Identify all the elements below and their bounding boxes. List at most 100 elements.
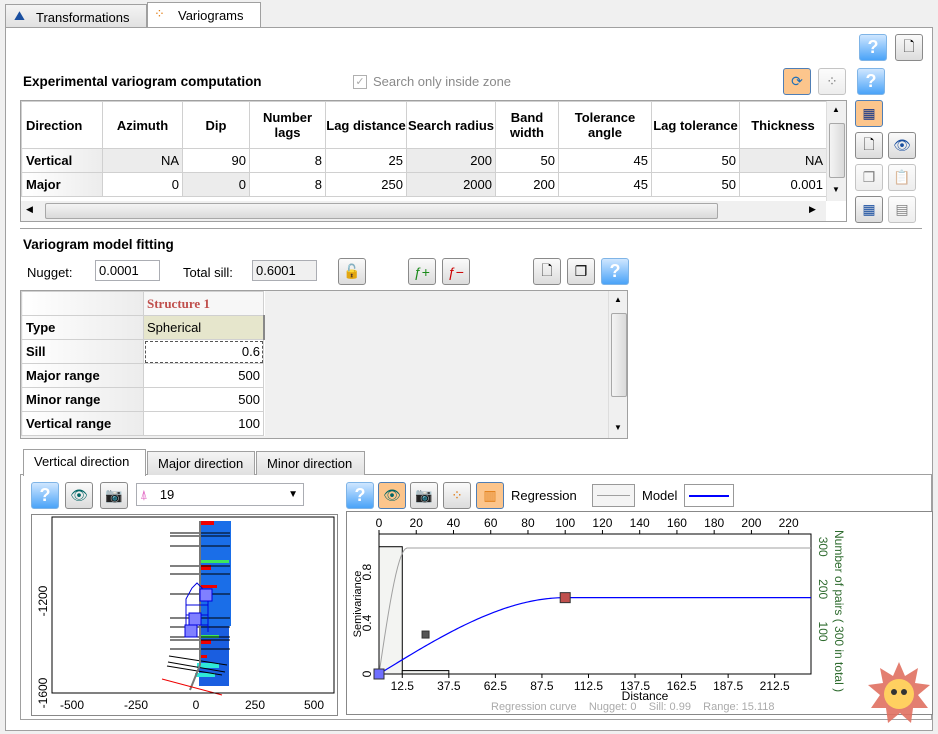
help-button[interactable]: ? bbox=[859, 34, 887, 61]
nugget-input[interactable]: 0.0001 bbox=[95, 260, 160, 281]
plot-frame bbox=[378, 533, 812, 675]
unlock-button[interactable]: 🔓 bbox=[338, 258, 366, 285]
top-tick-label: 180 bbox=[704, 516, 724, 530]
scatter-toggle-button[interactable]: ⁘ bbox=[443, 482, 471, 509]
divider bbox=[20, 228, 922, 229]
legend-model-label: Model bbox=[642, 488, 678, 503]
well-snapshot-button[interactable]: 📷 bbox=[100, 482, 128, 509]
pairs-histogram-bar bbox=[401, 670, 450, 675]
table-header: Direction Azimuth Dip Number lags Lag di… bbox=[21, 101, 827, 149]
tab-minor-direction[interactable]: Minor direction bbox=[256, 451, 365, 475]
experimental-help-button[interactable]: ? bbox=[857, 68, 885, 95]
bottom-tick-label: 187.5 bbox=[713, 679, 743, 693]
structure-row[interactable]: Major range 500 bbox=[21, 363, 264, 388]
chart-snapshot-button[interactable]: 📷 bbox=[410, 482, 438, 509]
new-model-button[interactable]: 🗋 bbox=[533, 258, 561, 285]
structure-row[interactable]: Sill 0.6 bbox=[21, 339, 264, 364]
variogram-cloud-button[interactable]: ⁘ bbox=[818, 68, 846, 95]
nugget-label: Nugget: bbox=[27, 265, 73, 280]
tab-vertical-direction[interactable]: Vertical direction bbox=[23, 449, 146, 476]
histogram-toggle-button[interactable]: ▥ bbox=[476, 482, 504, 509]
tab-variograms[interactable]: ⁘ Variograms bbox=[147, 2, 261, 28]
col-band-width: Band width bbox=[495, 101, 559, 149]
model-curve bbox=[378, 597, 811, 675]
experimental-point bbox=[559, 592, 571, 604]
y2-tick-label: 100 bbox=[816, 622, 830, 642]
table-row[interactable]: Major 0 0 8 250 2000 200 45 50 0.001 bbox=[21, 172, 827, 197]
well-view-button[interactable]: 👁 bbox=[65, 482, 93, 509]
x-tick-label: 0 bbox=[193, 698, 200, 712]
major-range-input[interactable]: 500 bbox=[143, 363, 264, 388]
scroll-thumb[interactable] bbox=[829, 123, 845, 178]
well-select[interactable]: ⍋ 19 ▼ bbox=[136, 483, 304, 506]
structure-grid: Structure 1 Type Spherical Sill 0.6 Major … bbox=[20, 290, 628, 439]
paste-button[interactable]: 📋 bbox=[888, 164, 916, 191]
grid-3d-button[interactable]: ▦ bbox=[855, 100, 883, 127]
structure-row[interactable]: Type Spherical bbox=[21, 315, 265, 340]
view-check-button[interactable]: 👁 bbox=[888, 132, 916, 159]
scroll-thumb[interactable] bbox=[45, 203, 718, 219]
copy-model-button[interactable]: ❐ bbox=[567, 258, 595, 285]
minor-range-input[interactable]: 500 bbox=[143, 387, 264, 412]
model-help-button[interactable]: ? bbox=[601, 258, 629, 285]
y2-tick-label: 300 bbox=[816, 537, 830, 557]
bottom-tick-label: 212.5 bbox=[760, 679, 790, 693]
experimental-table: Direction Azimuth Dip Number lags Lag di… bbox=[20, 100, 847, 222]
total-sill-field: 0.6001 bbox=[252, 260, 317, 281]
copy-button[interactable]: ❐ bbox=[855, 164, 883, 191]
legend-regression-swatch[interactable] bbox=[592, 484, 635, 507]
table-vertical-scrollbar[interactable]: ▲ ▼ bbox=[826, 101, 846, 201]
search-inside-zone-checkbox[interactable]: ✓ Search only inside zone bbox=[353, 74, 511, 89]
top-tick-label: 0 bbox=[376, 516, 383, 530]
top-tick-label: 100 bbox=[555, 516, 575, 530]
new-direction-button[interactable]: 🗋 bbox=[855, 132, 883, 159]
new-document-button[interactable]: 🗋 bbox=[895, 34, 923, 61]
total-sill-label: Total sill: bbox=[183, 265, 233, 280]
bottom-tick-label: 62.5 bbox=[484, 679, 508, 693]
top-tick-label: 160 bbox=[667, 516, 687, 530]
compute-refresh-button[interactable]: ⟳ bbox=[783, 68, 811, 95]
vertical-range-input[interactable]: 100 bbox=[143, 411, 264, 436]
add-structure-button[interactable]: ƒ+ bbox=[408, 258, 436, 285]
table-horizontal-scrollbar[interactable]: ◀ ▶ bbox=[21, 201, 826, 221]
regression-footer: Regression curve Nugget: 0 Sill: 0.99 Ra… bbox=[491, 701, 775, 713]
sill-input[interactable]: 0.6 bbox=[143, 339, 264, 364]
bottom-tick-label: 112.5 bbox=[574, 679, 603, 693]
top-tick-label: 40 bbox=[447, 516, 461, 530]
col-tolerance-angle: Tolerance angle bbox=[558, 101, 652, 149]
grid-vertical-scrollbar[interactable]: ▲ ▼ bbox=[608, 291, 627, 438]
copy-table-button[interactable]: ▦ bbox=[855, 196, 883, 223]
checkbox-icon: ✓ bbox=[353, 74, 367, 89]
bottom-tick-label: 162.5 bbox=[667, 679, 697, 693]
model-title: Variogram model fitting bbox=[23, 237, 174, 252]
bottom-tick-label: 37.5 bbox=[437, 679, 461, 693]
scroll-thumb[interactable] bbox=[611, 313, 627, 397]
legend-model-swatch[interactable] bbox=[684, 484, 734, 507]
top-tick-label: 60 bbox=[484, 516, 498, 530]
table-row[interactable]: Vertical NA 90 8 25 200 50 45 50 NA bbox=[21, 148, 827, 173]
chart-view-button[interactable]: 👁 bbox=[378, 482, 406, 509]
well-plot[interactable]: -500 -250 0 250 500 -1200 -1600 bbox=[31, 514, 338, 716]
regression-curve bbox=[378, 547, 811, 675]
x-tick-label: 250 bbox=[245, 698, 265, 712]
type-select[interactable]: Spherical bbox=[143, 315, 265, 340]
col-direction: Direction bbox=[21, 101, 103, 149]
col-lag-tolerance: Lag tolerance bbox=[651, 101, 740, 149]
chart-help-button[interactable]: ? bbox=[346, 482, 374, 509]
top-tick-label: 80 bbox=[521, 516, 535, 530]
well-help-button[interactable]: ? bbox=[31, 482, 59, 509]
variogram-chart[interactable]: 0 20 40 60 80 100 120 140 160 180 200 220 12.5 37.5 62… bbox=[346, 511, 933, 715]
top-tick-label: 120 bbox=[592, 516, 612, 530]
legend-regression-label: Regression bbox=[511, 488, 577, 503]
structure-row[interactable]: Vertical range 100 bbox=[21, 411, 264, 436]
tab-transformations[interactable]: ⛰ Transformations bbox=[5, 4, 147, 28]
structure-row[interactable]: Minor range 500 bbox=[21, 387, 264, 412]
paste-table-button[interactable]: ▤ bbox=[888, 196, 916, 223]
experimental-point bbox=[373, 668, 385, 680]
structure-1-header: Structure 1 bbox=[143, 291, 264, 316]
remove-structure-button[interactable]: ƒ− bbox=[442, 258, 470, 285]
experimental-title: Experimental variogram computation bbox=[23, 74, 262, 89]
bottom-tick-label: 12.5 bbox=[391, 679, 415, 693]
y2-axis-label: Number of pairs ( 300 in total ) bbox=[832, 530, 846, 692]
tab-major-direction[interactable]: Major direction bbox=[147, 451, 255, 475]
